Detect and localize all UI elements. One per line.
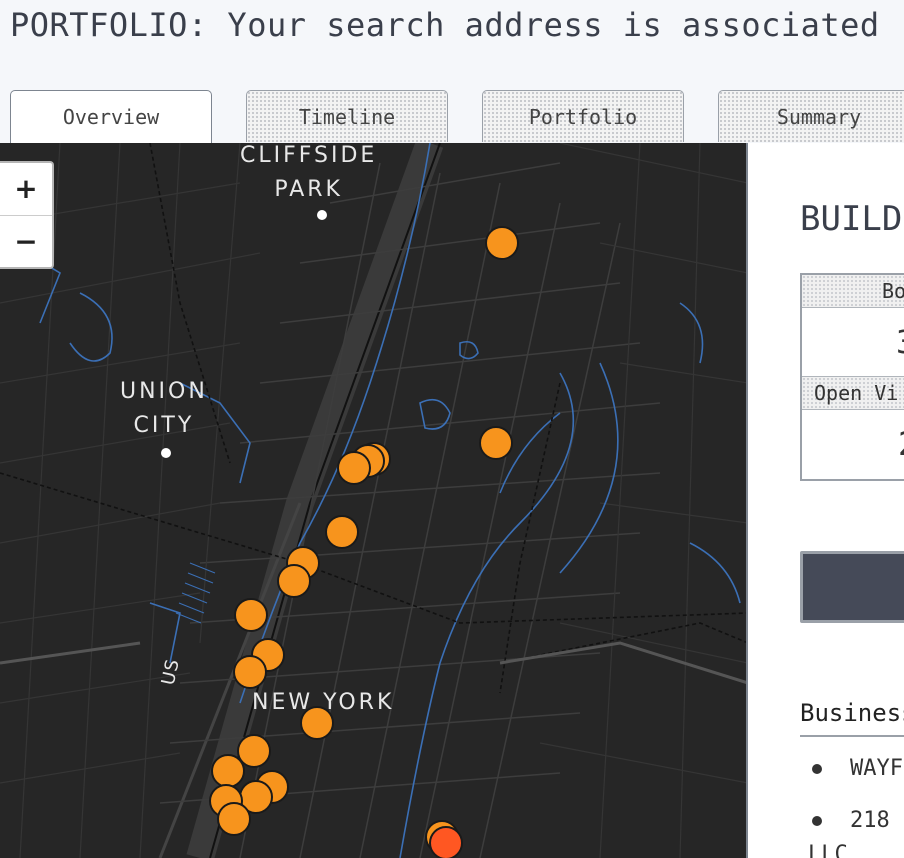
building-marker <box>337 451 371 485</box>
building-marker <box>485 226 519 260</box>
building-marker <box>325 515 359 549</box>
selected-building-marker <box>429 826 463 858</box>
business-list: WAYF 218 LLC <box>800 749 904 858</box>
action-button[interactable] <box>800 551 904 623</box>
page-title: PORTFOLIO: Your search address is associ… <box>10 6 880 44</box>
stat-label-open-violations: Open Vi <box>802 377 904 410</box>
business-heading: Business <box>800 699 904 737</box>
building-stats-table: Bo 3 Open Vi 2 <box>800 273 904 481</box>
bullet-icon <box>812 764 822 774</box>
stat-value-open-violations: 2 <box>802 410 904 478</box>
tab-timeline[interactable]: Timeline <box>246 90 448 142</box>
building-marker <box>234 598 268 632</box>
building-marker <box>277 564 311 598</box>
stat-value-buildings: 3 <box>802 308 904 377</box>
building-marker <box>211 754 245 788</box>
building-markers <box>209 226 519 858</box>
list-item: WAYF <box>800 749 904 801</box>
building-marker <box>479 426 513 460</box>
building-marker <box>233 655 267 689</box>
building-heading: BUILDI <box>800 199 904 239</box>
building-marker <box>237 734 271 768</box>
map-view[interactable]: + − CLIFFSIDE PARK UNION CITY NEW YORK U… <box>0 143 748 858</box>
tab-summary[interactable]: Summary <box>718 90 904 142</box>
stat-label-buildings: Bo <box>802 275 904 308</box>
bullet-icon <box>812 816 822 826</box>
list-item-continuation: LLC <box>808 842 848 858</box>
tab-overview[interactable]: Overview <box>10 90 212 144</box>
building-marker <box>300 706 334 740</box>
building-panel: BUILDI Bo 3 Open Vi 2 Business WAYF 218 … <box>748 143 904 858</box>
tab-portfolio[interactable]: Portfolio <box>482 90 684 142</box>
building-marker <box>217 802 251 836</box>
